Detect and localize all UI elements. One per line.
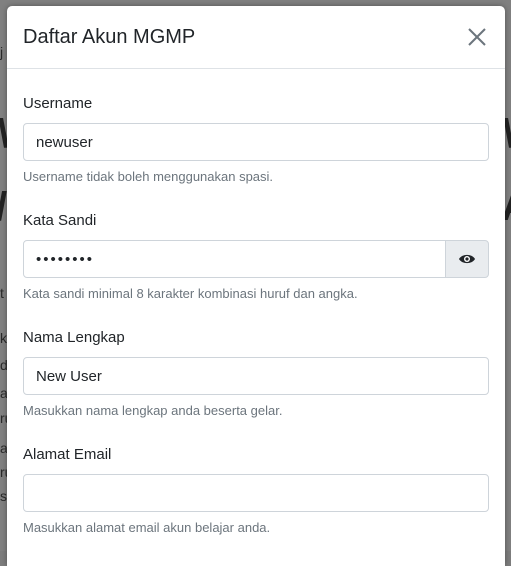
fullname-input[interactable] <box>23 357 489 395</box>
background-fragment: t <box>0 285 4 301</box>
close-icon[interactable] <box>465 25 489 49</box>
username-label: Username <box>23 95 93 112</box>
fullname-group: Nama Lengkap Masukkan nama lengkap anda … <box>23 303 489 420</box>
register-modal: Daftar Akun MGMP Username Username tidak… <box>7 6 505 566</box>
fullname-help: Masukkan nama lengkap anda beserta gelar… <box>23 403 283 418</box>
background-fragment: s <box>0 488 7 504</box>
username-help: Username tidak boleh menggunakan spasi. <box>23 169 274 184</box>
username-group: Username Username tidak boleh menggunaka… <box>23 69 489 186</box>
eye-icon <box>459 254 475 264</box>
background-fragment: j <box>0 44 4 60</box>
username-input[interactable] <box>23 123 489 161</box>
email-input[interactable] <box>23 474 489 512</box>
password-help: Kata sandi minimal 8 karakter kombinasi … <box>23 286 358 301</box>
email-help: Masukkan alamat email akun belajar anda. <box>23 520 271 535</box>
password-group: Kata Sandi Kata sandi minimal 8 karakter… <box>23 186 489 303</box>
modal-body: Username Username tidak boleh menggunaka… <box>7 69 505 537</box>
fullname-label: Nama Lengkap <box>23 329 125 346</box>
modal-title: Daftar Akun MGMP <box>23 25 196 48</box>
email-label: Alamat Email <box>23 446 112 463</box>
password-input[interactable] <box>23 240 446 278</box>
toggle-password-button[interactable] <box>445 240 489 278</box>
background-fragment: k <box>0 330 7 346</box>
email-group: Alamat Email Masukkan alamat email akun … <box>23 420 489 537</box>
password-label: Kata Sandi <box>23 212 97 229</box>
modal-header: Daftar Akun MGMP <box>7 6 505 69</box>
